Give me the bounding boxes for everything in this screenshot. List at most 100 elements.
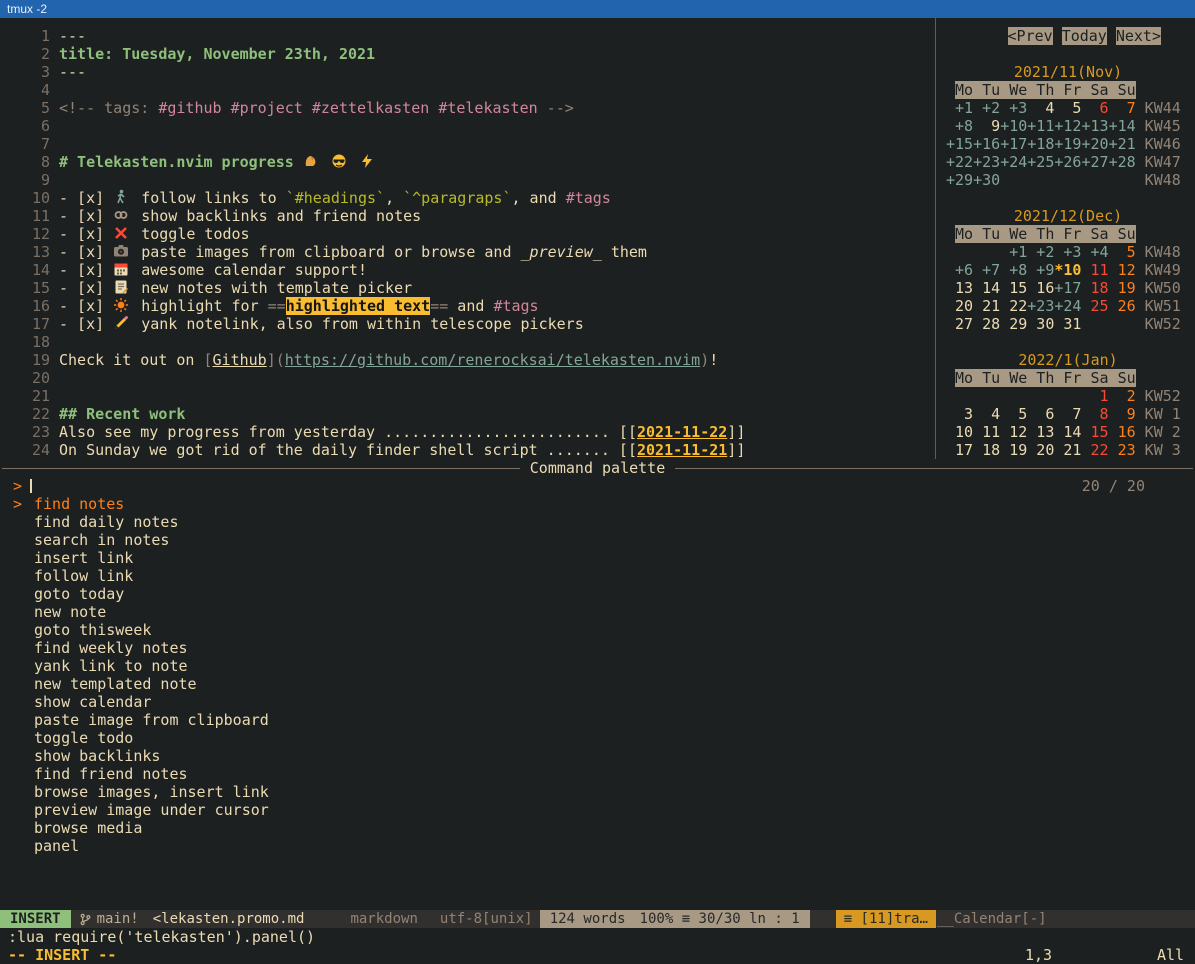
calendar-day[interactable]: +1: [946, 99, 973, 117]
calendar-day[interactable]: +17: [1000, 135, 1027, 153]
calendar-day[interactable]: +12: [1054, 117, 1081, 135]
note-link[interactable]: 2021-11-22: [637, 423, 727, 441]
calendar-day[interactable]: +23: [1027, 297, 1054, 315]
calendar-day[interactable]: +2: [1027, 243, 1054, 261]
calendar-day[interactable]: 21: [1054, 441, 1081, 459]
calendar-day[interactable]: +6: [946, 261, 973, 279]
calendar-day[interactable]: +11: [1027, 117, 1054, 135]
palette-item[interactable]: panel: [0, 837, 1195, 855]
palette-item[interactable]: new note: [0, 603, 1195, 621]
calendar-day[interactable]: 21: [973, 297, 1000, 315]
calendar-day[interactable]: 1: [1081, 387, 1108, 405]
palette-item[interactable]: show backlinks: [0, 747, 1195, 765]
palette-item[interactable]: find weekly notes: [0, 639, 1195, 657]
calendar-day[interactable]: 23: [1109, 441, 1136, 459]
calendar-day[interactable]: 20: [946, 297, 973, 315]
command-line[interactable]: :lua require('telekasten').panel(): [0, 928, 1195, 946]
calendar-day[interactable]: 18: [1081, 279, 1108, 297]
palette-item[interactable]: goto thisweek: [0, 621, 1195, 639]
palette-item[interactable]: goto today: [0, 585, 1195, 603]
calendar-day[interactable]: 31: [1054, 315, 1081, 333]
calendar-day[interactable]: +3: [1000, 99, 1027, 117]
calendar-day[interactable]: 3: [946, 405, 973, 423]
calendar-day[interactable]: +3: [1054, 243, 1081, 261]
calendar-day[interactable]: +13: [1081, 117, 1108, 135]
palette-item[interactable]: find friend notes: [0, 765, 1195, 783]
calendar-day[interactable]: 11: [1081, 261, 1108, 279]
calendar-day[interactable]: +7: [973, 261, 1000, 279]
calendar-day[interactable]: 15: [1081, 423, 1108, 441]
calendar-day[interactable]: 10: [946, 423, 973, 441]
calendar-day[interactable]: +16: [973, 135, 1000, 153]
calendar-day[interactable]: 5: [1054, 99, 1081, 117]
calendar-day[interactable]: +29: [946, 171, 973, 189]
calendar-day[interactable]: +15: [946, 135, 973, 153]
calendar-day[interactable]: 11: [973, 423, 1000, 441]
calendar-day[interactable]: 6: [1081, 99, 1108, 117]
calendar-day[interactable]: +19: [1054, 135, 1081, 153]
calendar-day[interactable]: +4: [1081, 243, 1108, 261]
calendar-day[interactable]: 12: [1109, 261, 1136, 279]
calendar-day[interactable]: 4: [973, 405, 1000, 423]
hyperlink[interactable]: Github: [213, 351, 267, 369]
calendar-day[interactable]: +30: [973, 171, 1000, 189]
calendar-day[interactable]: +23: [973, 153, 1000, 171]
palette-item[interactable]: >find notes: [0, 495, 1195, 513]
calendar-day[interactable]: 2: [1109, 387, 1136, 405]
calendar-day[interactable]: 8: [1081, 405, 1108, 423]
calendar-day[interactable]: 27: [946, 315, 973, 333]
calendar-day[interactable]: 15: [1000, 279, 1027, 297]
calendar-day[interactable]: 22: [1081, 441, 1108, 459]
palette-item[interactable]: follow link: [0, 567, 1195, 585]
calendar-day[interactable]: 9: [973, 117, 1000, 135]
palette-item[interactable]: browse media: [0, 819, 1195, 837]
calendar-day[interactable]: +17: [1054, 279, 1081, 297]
calendar-day[interactable]: *10: [1054, 261, 1081, 279]
buffer-tabs[interactable]: ≡ [11]tra…: [836, 910, 936, 928]
calendar-day[interactable]: +9: [1027, 261, 1054, 279]
calendar-day[interactable]: +28: [1109, 153, 1136, 171]
calendar-day[interactable]: 30: [1027, 315, 1054, 333]
calendar-day[interactable]: +14: [1109, 117, 1136, 135]
palette-prompt[interactable]: > 20 / 20: [0, 477, 1195, 495]
palette-item[interactable]: yank link to note: [0, 657, 1195, 675]
calendar-day[interactable]: 13: [946, 279, 973, 297]
calendar-day[interactable]: +1: [1000, 243, 1027, 261]
note-link[interactable]: 2021-11-21: [637, 441, 727, 459]
palette-item[interactable]: paste image from clipboard: [0, 711, 1195, 729]
calendar-day[interactable]: +26: [1054, 153, 1081, 171]
calendar-prev-button[interactable]: <Prev: [1008, 27, 1053, 45]
calendar-day[interactable]: +8: [946, 117, 973, 135]
editor[interactable]: 1---2title: Tuesday, November 23th, 2021…: [0, 18, 935, 459]
calendar-next-button[interactable]: Next>: [1116, 27, 1161, 45]
calendar-day[interactable]: 16: [1109, 423, 1136, 441]
calendar-day[interactable]: 5: [1000, 405, 1027, 423]
calendar-day[interactable]: 17: [946, 441, 973, 459]
calendar-day[interactable]: 20: [1027, 441, 1054, 459]
calendar-day[interactable]: +24: [1000, 153, 1027, 171]
calendar-day[interactable]: +22: [946, 153, 973, 171]
calendar-day[interactable]: 26: [1109, 297, 1136, 315]
calendar-day[interactable]: 28: [973, 315, 1000, 333]
palette-item[interactable]: toggle todo: [0, 729, 1195, 747]
calendar-day[interactable]: 19: [1109, 279, 1136, 297]
calendar-day[interactable]: +18: [1027, 135, 1054, 153]
calendar-day[interactable]: 7: [1054, 405, 1081, 423]
palette-item[interactable]: insert link: [0, 549, 1195, 567]
calendar-day[interactable]: 4: [1027, 99, 1054, 117]
calendar-day[interactable]: 7: [1109, 99, 1136, 117]
calendar-day[interactable]: 22: [1000, 297, 1027, 315]
calendar-day[interactable]: +27: [1081, 153, 1108, 171]
calendar-day[interactable]: +8: [1000, 261, 1027, 279]
hyperlink[interactable]: https://github.com/renerocksai/telekaste…: [285, 351, 700, 369]
calendar-day[interactable]: 18: [973, 441, 1000, 459]
calendar-day[interactable]: 12: [1000, 423, 1027, 441]
calendar-day[interactable]: +21: [1109, 135, 1136, 153]
calendar-day[interactable]: 9: [1109, 405, 1136, 423]
calendar-day[interactable]: 13: [1027, 423, 1054, 441]
calendar-day[interactable]: +2: [973, 99, 1000, 117]
calendar-day[interactable]: 16: [1027, 279, 1054, 297]
calendar-day[interactable]: 14: [1054, 423, 1081, 441]
calendar-day[interactable]: 14: [973, 279, 1000, 297]
calendar-day[interactable]: 25: [1081, 297, 1108, 315]
